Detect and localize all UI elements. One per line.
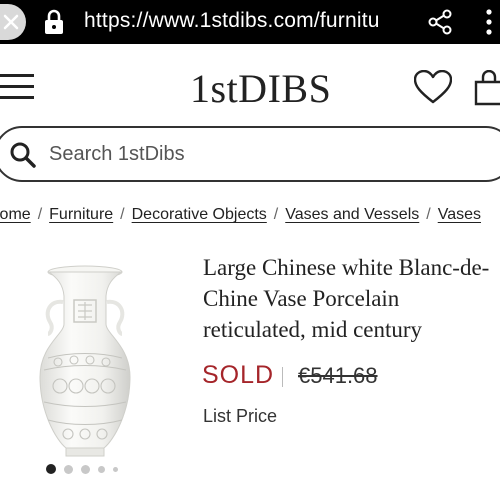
carousel-dot-5[interactable] (113, 466, 118, 472)
product-title-line: Large Chinese white Blanc-de- (203, 255, 490, 280)
breadcrumb-decorative-objects[interactable]: Decorative Objects (132, 206, 267, 223)
carousel-dot-3[interactable] (81, 464, 90, 474)
site-header: 1stDIBS (0, 44, 500, 124)
breadcrumb-vases[interactable]: Vases (438, 206, 481, 223)
site-logo[interactable]: 1stDIBS (190, 66, 331, 112)
sold-status: SOLD (202, 361, 275, 389)
close-icon (3, 14, 19, 30)
price-divider (282, 367, 283, 387)
price-label: List Price (203, 406, 278, 426)
breadcrumb-furniture[interactable]: Furniture (49, 206, 113, 223)
carousel-dot-4[interactable] (98, 465, 105, 473)
menu-icon[interactable] (0, 74, 34, 102)
cart-icon[interactable] (474, 70, 500, 106)
search-bar[interactable]: Search 1stDibs (0, 126, 500, 182)
product-image[interactable] (30, 262, 140, 462)
product-title-line: reticulated, mid century (203, 317, 423, 342)
product-price: €541.68 (298, 363, 378, 388)
heart-icon[interactable] (414, 70, 452, 104)
search-icon (10, 142, 36, 168)
browser-url-bar: https://www.1stdibs.com/furnitu (0, 0, 500, 44)
image-carousel-dots (46, 464, 126, 474)
close-tab-button[interactable] (0, 4, 26, 40)
breadcrumb: Home/Furniture/Decorative Objects/Vases … (0, 206, 481, 224)
search-input[interactable]: Search 1stDibs (49, 143, 185, 166)
carousel-dot-1[interactable] (46, 464, 56, 474)
more-vert-icon[interactable] (484, 8, 494, 36)
carousel-dot-2[interactable] (64, 464, 73, 474)
url-field[interactable]: https://www.1stdibs.com/furnitu (84, 8, 414, 34)
product-title-line: Chine Vase Porcelain (203, 286, 400, 311)
breadcrumb-home[interactable]: Home (0, 206, 31, 223)
share-icon[interactable] (428, 9, 452, 35)
breadcrumb-vases-and-vessels[interactable]: Vases and Vessels (285, 206, 419, 223)
product-title: Large Chinese white Blanc-de- Chine Vase… (203, 252, 500, 345)
lock-icon (45, 9, 63, 34)
